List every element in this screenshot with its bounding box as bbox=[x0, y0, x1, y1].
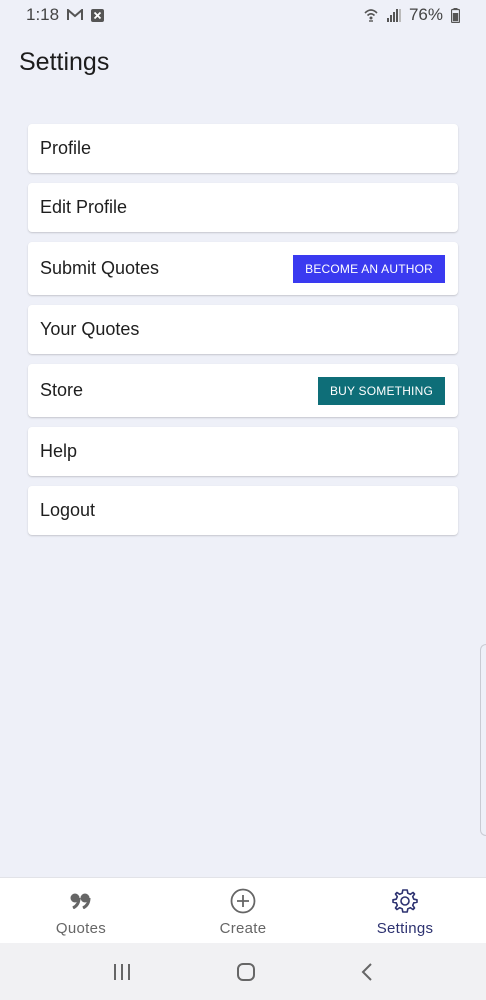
menu-item-label: Edit Profile bbox=[40, 197, 128, 217]
status-right: 76% bbox=[363, 5, 460, 25]
nav-item-label: Settings bbox=[376, 920, 434, 937]
battery-percent: 76% bbox=[408, 5, 443, 24]
status-time: 1:18 bbox=[26, 5, 60, 24]
become-an-author-button[interactable]: BECOME AN AUTHOR bbox=[293, 254, 445, 283]
nav-item-create[interactable]: Create bbox=[162, 878, 324, 943]
bottom-nav: Quotes Create Settings bbox=[0, 877, 486, 943]
signal-icon bbox=[386, 8, 401, 22]
menu-item-profile[interactable]: Profile bbox=[28, 124, 458, 173]
menu-item-help[interactable]: Help bbox=[28, 427, 458, 476]
battery-icon bbox=[451, 7, 460, 23]
home-icon[interactable] bbox=[236, 962, 256, 982]
menu-item-label: Store bbox=[40, 380, 84, 400]
menu-item-store[interactable]: Store BUY SOMETHING bbox=[28, 364, 458, 417]
menu-item-label: Submit Quotes bbox=[40, 258, 160, 278]
menu-item-edit-profile[interactable]: Edit Profile bbox=[28, 183, 458, 232]
edge-panel-handle[interactable] bbox=[480, 644, 486, 836]
system-nav-bar bbox=[0, 943, 486, 1000]
nav-item-settings[interactable]: Settings bbox=[324, 878, 486, 943]
nav-item-quotes[interactable]: Quotes bbox=[0, 878, 162, 943]
wifi-icon bbox=[363, 7, 379, 23]
menu-item-label: Help bbox=[40, 441, 78, 461]
quote-icon bbox=[70, 888, 92, 914]
menu-item-logout[interactable]: Logout bbox=[28, 486, 458, 535]
status-bar: 1:18 76% bbox=[0, 0, 486, 30]
gear-icon bbox=[392, 888, 418, 914]
plus-circle-icon bbox=[230, 888, 256, 914]
back-icon[interactable] bbox=[360, 962, 374, 982]
page-title: Settings bbox=[19, 48, 110, 76]
buy-something-button[interactable]: BUY SOMETHING bbox=[317, 376, 445, 405]
settings-menu: Profile Edit Profile Submit Quotes BECOM… bbox=[28, 124, 458, 545]
menu-item-submit-quotes[interactable]: Submit Quotes BECOME AN AUTHOR bbox=[28, 242, 458, 295]
status-left: 1:18 bbox=[26, 5, 105, 25]
nav-item-label: Quotes bbox=[55, 920, 107, 937]
gmail-icon bbox=[67, 9, 84, 21]
menu-item-label: Your Quotes bbox=[40, 319, 140, 339]
recent-apps-icon[interactable] bbox=[112, 963, 132, 981]
menu-item-your-quotes[interactable]: Your Quotes bbox=[28, 305, 458, 354]
nav-item-label: Create bbox=[219, 920, 267, 937]
menu-item-label: Profile bbox=[40, 138, 92, 158]
notification-x-icon bbox=[91, 8, 105, 22]
menu-item-label: Logout bbox=[40, 500, 96, 520]
